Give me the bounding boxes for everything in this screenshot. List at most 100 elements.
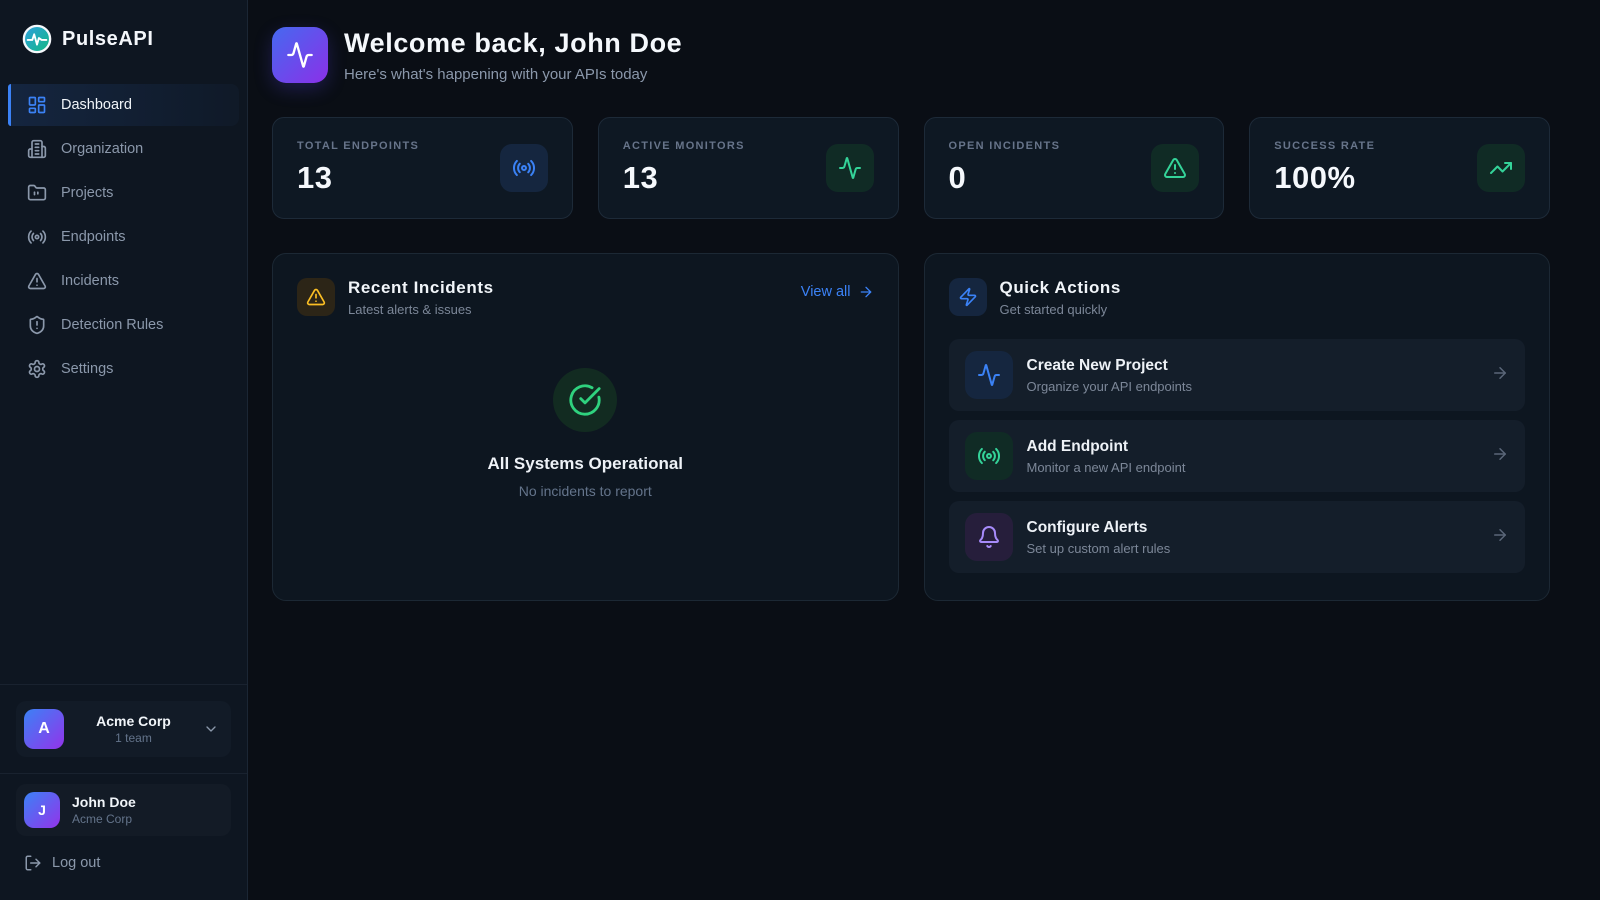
panel-subtitle: Get started quickly	[1000, 302, 1121, 317]
sidebar-item-endpoints[interactable]: Endpoints	[8, 216, 239, 258]
sidebar-item-dashboard[interactable]: Dashboard	[8, 84, 239, 126]
quick-actions-list: Create New Project Organize your API end…	[949, 339, 1526, 573]
panels-row: Recent Incidents Latest alerts & issues …	[272, 253, 1550, 601]
action-icon-tile	[965, 351, 1013, 399]
zap-icon	[958, 287, 978, 307]
incidents-empty-state: All Systems Operational No incidents to …	[297, 317, 874, 576]
quick-actions-panel: Quick Actions Get started quickly Create…	[924, 253, 1551, 601]
empty-state-title: All Systems Operational	[487, 454, 683, 474]
activity-icon	[977, 363, 1001, 387]
panel-title: Recent Incidents	[348, 278, 494, 298]
ok-circle	[553, 368, 617, 432]
action-create-new-project[interactable]: Create New Project Organize your API end…	[949, 339, 1526, 411]
stat-value: 13	[623, 160, 745, 196]
sidebar-item-organization[interactable]: Organization	[8, 128, 239, 170]
action-configure-alerts[interactable]: Configure Alerts Set up custom alert rul…	[949, 501, 1526, 573]
action-title: Configure Alerts	[1027, 519, 1171, 537]
org-meta: 1 team	[76, 731, 191, 745]
sidebar-item-label: Incidents	[61, 273, 119, 289]
sidebar-item-label: Detection Rules	[61, 317, 163, 333]
shield-alert-icon	[27, 315, 47, 335]
stat-card-total-endpoints: TOTAL ENDPOINTS 13	[272, 117, 573, 219]
stat-icon-tile	[1151, 144, 1199, 192]
gear-icon	[27, 359, 47, 379]
check-circle-icon	[568, 383, 602, 417]
user-info: John Doe Acme Corp	[72, 794, 136, 826]
activity-icon	[286, 41, 314, 69]
quick-actions-header: Quick Actions Get started quickly	[949, 278, 1526, 317]
stat-label: OPEN INCIDENTS	[949, 140, 1061, 152]
stat-label: ACTIVE MONITORS	[623, 140, 745, 152]
org-info: Acme Corp 1 team	[76, 713, 191, 745]
view-all-link[interactable]: View all	[801, 278, 874, 300]
brand-name: PulseAPI	[62, 28, 154, 51]
action-title: Add Endpoint	[1027, 438, 1186, 456]
user-card[interactable]: J John Doe Acme Corp	[16, 784, 231, 836]
empty-state-subtitle: No incidents to report	[519, 483, 652, 499]
pulse-header-icon	[272, 27, 328, 83]
action-icon-tile	[965, 432, 1013, 480]
logout-label: Log out	[52, 855, 100, 871]
layout-dashboard-icon	[27, 95, 47, 115]
bell-icon	[977, 525, 1001, 549]
sidebar-item-projects[interactable]: Projects	[8, 172, 239, 214]
user-name: John Doe	[72, 794, 136, 810]
org-switcher[interactable]: A Acme Corp 1 team	[16, 701, 231, 757]
action-title: Create New Project	[1027, 357, 1193, 375]
sidebar: PulseAPI Dashboard Organization Projects…	[0, 0, 248, 900]
sidebar-divider	[0, 773, 247, 774]
stat-card-open-incidents: OPEN INCIDENTS 0	[924, 117, 1225, 219]
sidebar-item-settings[interactable]: Settings	[8, 348, 239, 390]
sidebar-item-incidents[interactable]: Incidents	[8, 260, 239, 302]
building-icon	[27, 139, 47, 159]
trending-up-icon	[1489, 156, 1513, 180]
arrow-right-icon	[858, 284, 874, 300]
alert-triangle-icon	[306, 287, 326, 307]
alert-triangle-icon	[1163, 156, 1187, 180]
radio-icon	[27, 227, 47, 247]
sidebar-divider	[0, 684, 247, 685]
stat-value: 13	[297, 160, 419, 196]
panel-title: Quick Actions	[1000, 278, 1121, 298]
page-subtitle: Here's what's happening with your APIs t…	[344, 66, 682, 83]
sidebar-item-label: Organization	[61, 141, 143, 157]
stat-card-active-monitors: ACTIVE MONITORS 13	[598, 117, 899, 219]
org-avatar: A	[24, 709, 64, 749]
activity-icon	[838, 156, 862, 180]
stat-value: 100%	[1274, 160, 1375, 196]
sidebar-nav: Dashboard Organization Projects Endpoint…	[0, 76, 247, 392]
action-add-endpoint[interactable]: Add Endpoint Monitor a new API endpoint	[949, 420, 1526, 492]
logout-button[interactable]: Log out	[16, 846, 231, 880]
sidebar-spacer	[0, 392, 247, 684]
sidebar-item-detection-rules[interactable]: Detection Rules	[8, 304, 239, 346]
incidents-icon-tile	[297, 278, 335, 316]
recent-incidents-panel: Recent Incidents Latest alerts & issues …	[272, 253, 899, 601]
stat-icon-tile	[500, 144, 548, 192]
pulseapi-logo-icon	[22, 24, 52, 54]
radio-icon	[512, 156, 536, 180]
action-subtitle: Organize your API endpoints	[1027, 379, 1193, 394]
arrow-right-icon	[1491, 445, 1509, 468]
incidents-panel-header: Recent Incidents Latest alerts & issues …	[297, 278, 874, 317]
stats-grid: TOTAL ENDPOINTS 13 ACTIVE MONITORS 13 OP…	[272, 117, 1550, 219]
quick-actions-icon-tile	[949, 278, 987, 316]
folder-icon	[27, 183, 47, 203]
user-avatar: J	[24, 792, 60, 828]
sidebar-item-label: Projects	[61, 185, 113, 201]
action-subtitle: Monitor a new API endpoint	[1027, 460, 1186, 475]
action-icon-tile	[965, 513, 1013, 561]
sidebar-item-label: Settings	[61, 361, 113, 377]
action-subtitle: Set up custom alert rules	[1027, 541, 1171, 556]
radio-icon	[977, 444, 1001, 468]
stat-value: 0	[949, 160, 1061, 196]
alert-triangle-icon	[27, 271, 47, 291]
stat-label: SUCCESS RATE	[1274, 140, 1375, 152]
logout-icon	[24, 854, 42, 872]
page-header: Welcome back, John Doe Here's what's hap…	[272, 27, 1550, 83]
page-title: Welcome back, John Doe	[344, 28, 682, 59]
chevron-down-icon	[203, 721, 219, 737]
stat-icon-tile	[1477, 144, 1525, 192]
arrow-right-icon	[1491, 526, 1509, 549]
stat-label: TOTAL ENDPOINTS	[297, 140, 419, 152]
arrow-right-icon	[1491, 364, 1509, 387]
